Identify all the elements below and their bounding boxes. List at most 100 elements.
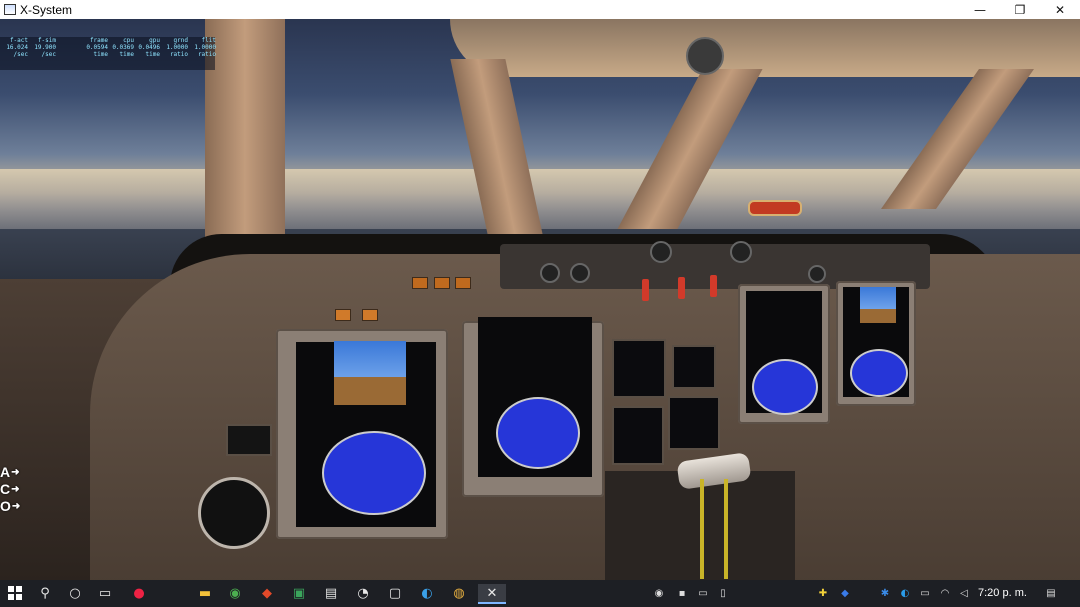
fps-cell: f-act xyxy=(9,37,28,44)
menu-label-c[interactable]: C ➜ xyxy=(0,481,22,498)
autopilot-knob[interactable] xyxy=(540,263,560,283)
window-title-bar: X-System — ❐ ✕ xyxy=(0,0,1080,20)
app-icon xyxy=(4,4,16,15)
frame-rate-overlay: f-act f-sim frame cpu gpu grnd flit 16.024 19.90… xyxy=(0,37,216,70)
clock-display xyxy=(226,424,272,456)
windows-start-icon[interactable] xyxy=(6,584,24,602)
menu-letter: A xyxy=(0,464,11,480)
task-view-icon[interactable]: ▭ xyxy=(96,584,114,602)
engine-display xyxy=(668,396,720,450)
arrow-icon: ➜ xyxy=(11,501,21,512)
monitor-icon[interactable]: ▢ xyxy=(386,584,404,602)
autopilot-knob[interactable] xyxy=(808,265,826,283)
wifi-icon[interactable]: ◠ xyxy=(938,586,952,600)
x-plane-icon[interactable]: ✕ xyxy=(478,584,506,604)
tray-icon[interactable]: ◉ xyxy=(652,586,666,600)
cockpit-view[interactable]: f-act f-sim frame cpu gpu grnd flit 16.024 19.90… xyxy=(0,19,1080,580)
notifications-icon[interactable]: ▤ xyxy=(1044,586,1058,600)
minimize-button[interactable]: — xyxy=(960,0,1000,19)
throttle-rail xyxy=(700,479,704,579)
engine-display xyxy=(612,406,664,465)
attitude-ground xyxy=(334,377,406,405)
menu-letter: C xyxy=(0,481,11,497)
annunciator-light[interactable] xyxy=(335,309,351,321)
file-explorer-icon[interactable]: ▬ xyxy=(196,584,214,602)
autopilot-knob[interactable] xyxy=(570,263,590,283)
fps-cell: 19.900 xyxy=(34,44,56,51)
annunciator-light[interactable] xyxy=(412,277,428,289)
app-icon[interactable]: ◆ xyxy=(258,584,276,602)
fire-switch[interactable] xyxy=(678,277,685,299)
fps-cell: /sec xyxy=(13,51,28,58)
right-attitude-ground xyxy=(860,309,896,323)
attitude-sky xyxy=(334,341,406,379)
search-icon[interactable]: ⚲ xyxy=(36,584,54,602)
annunciator-light[interactable] xyxy=(434,277,450,289)
fps-cell: 1.0000 xyxy=(194,44,216,51)
standby-gauge xyxy=(198,477,270,549)
taskbar: ⚲ ○ ▭ ● ▬ ◉ ◆ ▣ ▤ ◔ ▢ ◐ ◍ ✕ ◉ ▪ ▭ ▯ ✚ ◆ … xyxy=(0,580,1080,607)
fps-cell: time xyxy=(93,51,108,58)
fps-cell: gpu xyxy=(149,37,160,44)
tray-icon[interactable]: ◐ xyxy=(898,586,912,600)
maximize-button[interactable]: ❐ xyxy=(1000,0,1040,19)
fps-cell: 0.0369 xyxy=(112,44,134,51)
volume-icon[interactable]: ◁ xyxy=(957,586,971,600)
tray-icon[interactable]: ✚ xyxy=(816,586,830,600)
right-attitude-sky xyxy=(860,287,896,309)
fps-cell: flit xyxy=(201,37,216,44)
menu-label-o[interactable]: O ➜ xyxy=(0,498,22,515)
cortana-icon[interactable]: ○ xyxy=(66,584,84,602)
arrow-icon: ➜ xyxy=(11,467,20,478)
master-warning-light[interactable] xyxy=(748,200,802,216)
fps-cell: cpu xyxy=(123,37,134,44)
tray-icon[interactable]: ◆ xyxy=(838,586,852,600)
fps-cell: 0.0594 xyxy=(86,44,108,51)
tray-icon[interactable]: ▯ xyxy=(716,586,730,600)
fps-cell: ratio xyxy=(197,51,216,58)
fps-cell: 16.024 xyxy=(6,44,28,51)
quick-menu-labels: A ➜ C ➜ O ➜ xyxy=(0,464,22,515)
fire-switch[interactable] xyxy=(642,279,649,301)
bluetooth-icon[interactable]: ✱ xyxy=(878,586,892,600)
close-button[interactable]: ✕ xyxy=(1040,0,1080,19)
annunciator-light[interactable] xyxy=(455,277,471,289)
compass-housing xyxy=(686,37,724,75)
frame-rate-grid: f-act f-sim frame cpu gpu grnd flit 16.024 19.90… xyxy=(2,37,216,58)
app-icon[interactable]: ▣ xyxy=(290,584,308,602)
document-icon[interactable]: ▤ xyxy=(322,584,340,602)
right-hsi-compass xyxy=(850,349,908,397)
app-icon[interactable]: ● xyxy=(130,584,148,602)
chrome-icon[interactable]: ◉ xyxy=(226,584,244,602)
annunciator-light[interactable] xyxy=(362,309,378,321)
engine-display xyxy=(612,339,666,398)
gauge-icon[interactable]: ◔ xyxy=(354,584,372,602)
fps-cell: frame xyxy=(89,37,108,44)
menu-letter: O xyxy=(0,498,11,514)
arrow-icon: ➜ xyxy=(11,484,20,495)
fire-switch[interactable] xyxy=(710,275,717,297)
mfd-map-arc xyxy=(496,397,580,469)
right-mfd-map-arc xyxy=(752,359,818,415)
taskbar-clock[interactable]: 7:20 p. m. xyxy=(978,587,1027,599)
fps-cell: grnd xyxy=(173,37,188,44)
menu-label-a[interactable]: A ➜ xyxy=(0,464,22,481)
fps-cell: 0.0496 xyxy=(138,44,160,51)
fps-cell: /sec xyxy=(41,51,56,58)
fps-cell: ratio xyxy=(169,51,188,58)
window-title: X-System xyxy=(20,2,73,17)
fps-cell: f-sim xyxy=(37,37,56,44)
battery-icon[interactable]: ▭ xyxy=(918,586,932,600)
throttle-rail xyxy=(724,479,728,579)
tray-icon[interactable]: ▭ xyxy=(696,586,710,600)
window-controls: — ❐ ✕ xyxy=(960,0,1080,19)
planet-icon[interactable]: ◍ xyxy=(450,584,468,602)
autopilot-knob[interactable] xyxy=(650,241,672,263)
tray-icon[interactable]: ▪ xyxy=(675,586,689,600)
autopilot-knob[interactable] xyxy=(730,241,752,263)
fps-cell: time xyxy=(145,51,160,58)
fps-cell: time xyxy=(119,51,134,58)
fps-cell: 1.0000 xyxy=(166,44,188,51)
edge-icon[interactable]: ◐ xyxy=(418,584,436,602)
hsi-compass xyxy=(322,431,426,515)
